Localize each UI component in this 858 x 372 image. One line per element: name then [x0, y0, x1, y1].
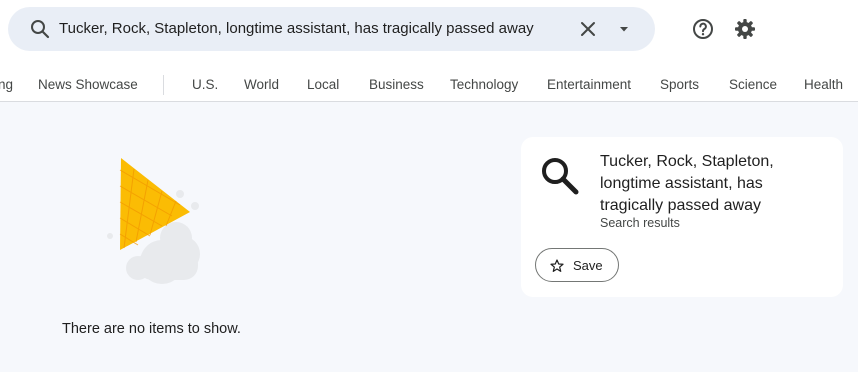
nav-item-local[interactable]: Local	[307, 77, 339, 92]
nav-divider	[163, 75, 164, 95]
nav-item-partial[interactable]: ng	[0, 77, 13, 92]
topic-nav: ng News Showcase U.S. World Local Busine…	[0, 70, 858, 100]
nav-item-entertainment[interactable]: Entertainment	[547, 77, 631, 92]
search-icon[interactable]	[28, 17, 52, 41]
arrow-drop-down-icon[interactable]	[612, 17, 636, 41]
gear-icon[interactable]	[733, 17, 757, 41]
nav-item-world[interactable]: World	[244, 77, 279, 92]
nav-item-health[interactable]: Health	[804, 77, 843, 92]
search-input[interactable]: Tucker, Rock, Stapleton, longtime assist…	[59, 20, 534, 37]
search-box[interactable]: Tucker, Rock, Stapleton, longtime assist…	[8, 7, 655, 51]
top-bar: Tucker, Rock, Stapleton, longtime assist…	[0, 0, 858, 102]
search-icon	[542, 158, 579, 195]
card-title: Tucker, Rock, Stapleton, longtime assist…	[600, 153, 774, 214]
card-subtitle: Search results	[600, 216, 680, 230]
save-button-label: Save	[573, 258, 603, 273]
search-result-card: Tucker, Rock, Stapleton, longtime assist…	[521, 137, 843, 297]
help-circle-icon[interactable]	[691, 17, 715, 41]
nav-item-us[interactable]: U.S.	[192, 77, 218, 92]
ice-cream-cone-illustration	[107, 158, 200, 284]
nav-item-science[interactable]: Science	[729, 77, 777, 92]
star-outline-icon	[550, 259, 564, 272]
empty-state-message: There are no items to show.	[62, 321, 241, 337]
close-icon[interactable]	[576, 17, 600, 41]
nav-item-technology[interactable]: Technology	[450, 77, 518, 92]
nav-item-sports[interactable]: Sports	[660, 77, 699, 92]
nav-item-news-showcase[interactable]: News Showcase	[38, 77, 138, 92]
nav-item-business[interactable]: Business	[369, 77, 424, 92]
save-button[interactable]: Save	[535, 248, 619, 282]
